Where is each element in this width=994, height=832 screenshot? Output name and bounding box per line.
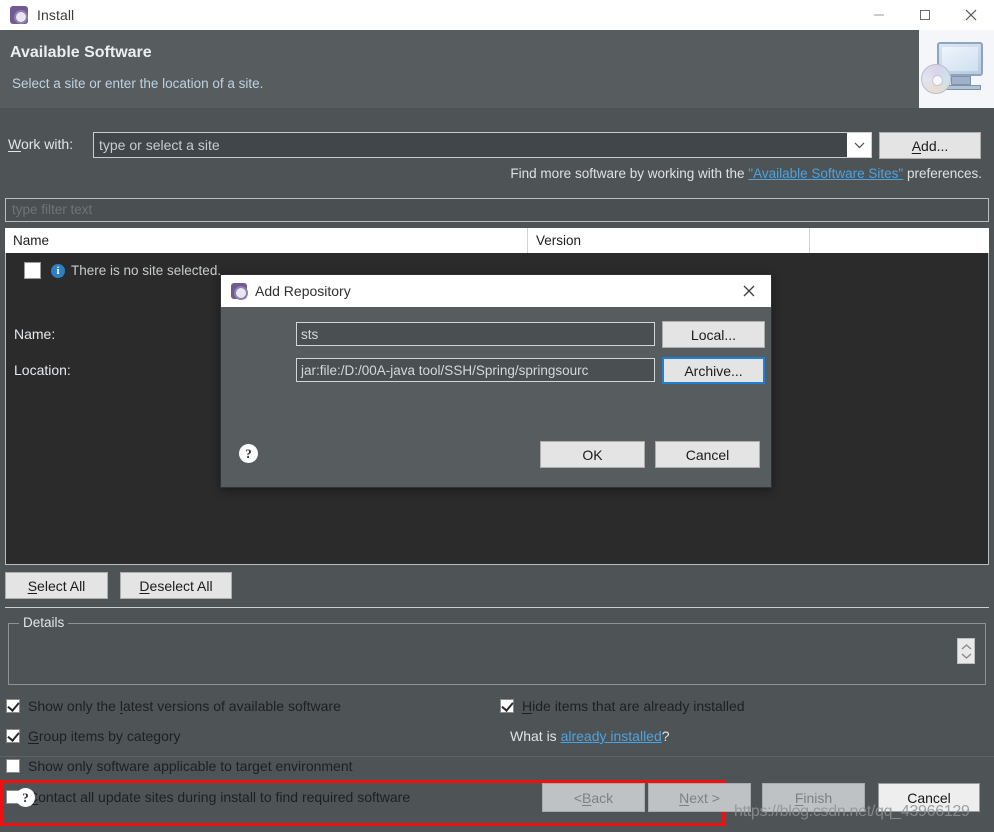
page-title: Available Software	[10, 44, 152, 61]
window-titlebar: Install	[0, 0, 994, 30]
column-header-name[interactable]: Name	[5, 228, 528, 253]
what-is-prefix: What is	[510, 728, 561, 744]
details-panel: Details	[8, 615, 986, 685]
wizard-header: Available Software Select a site or ente…	[0, 30, 994, 108]
spinner-up-down-icon[interactable]	[957, 638, 975, 664]
row-label: There is no site selected.	[71, 263, 222, 278]
row-checkbox[interactable]	[24, 262, 41, 279]
name-value: sts	[301, 326, 319, 342]
filter-placeholder: type filter text	[12, 202, 93, 217]
select-all-button[interactable]: Select All	[5, 572, 108, 599]
minimize-icon[interactable]	[856, 0, 902, 30]
find-more-prefix: Find more software by working with the	[510, 166, 749, 181]
help-icon[interactable]: ?	[16, 788, 35, 807]
window-controls	[856, 0, 994, 30]
footer-divider	[0, 756, 994, 757]
checkbox-label: Show only the latest versions of availab…	[28, 698, 341, 714]
name-field[interactable]: sts	[296, 322, 655, 346]
details-legend: Details	[19, 615, 69, 630]
monitor-with-cd-icon	[919, 30, 994, 108]
help-icon[interactable]: ?	[239, 444, 258, 463]
window-title: Install	[37, 7, 75, 23]
checkbox-box[interactable]	[6, 699, 20, 713]
checkbox-label: Group items by category	[28, 728, 181, 744]
checkbox-box[interactable]	[6, 729, 20, 743]
already-installed-link[interactable]: already installed	[561, 728, 662, 744]
group-items-by-category-checkbox[interactable]: Group items by category	[6, 728, 181, 744]
column-header-version[interactable]: Version	[528, 228, 810, 253]
location-field[interactable]: jar:file:/D:/00A-java tool/SSH/Spring/sp…	[296, 358, 655, 382]
chevron-down-icon[interactable]	[847, 133, 871, 157]
filter-input[interactable]: type filter text	[5, 198, 989, 222]
checkbox-label: Hide items that are already installed	[522, 698, 745, 714]
work-with-combo[interactable]: type or select a site	[93, 132, 872, 158]
maximize-icon[interactable]	[902, 0, 948, 30]
ok-button[interactable]: OK	[540, 441, 645, 468]
close-icon[interactable]	[948, 0, 994, 30]
dialog-title: Add Repository	[255, 283, 351, 299]
close-icon[interactable]	[727, 275, 771, 307]
archive-button[interactable]: Archive...	[662, 357, 765, 384]
work-with-label: Work with:	[8, 136, 74, 152]
table-row[interactable]: i There is no site selected.	[24, 262, 221, 279]
column-header-blank	[810, 228, 989, 253]
work-with-row: Work with: type or select a site Add...	[0, 132, 994, 159]
watermark-text: https://blog.csdn.net/qq_43966129	[734, 803, 970, 820]
hide-already-installed-checkbox[interactable]: Hide items that are already installed	[500, 698, 745, 714]
what-is-suffix: ?	[661, 728, 670, 744]
location-label: Location:	[14, 362, 71, 378]
divider	[5, 607, 989, 608]
repository-gear-icon	[231, 283, 248, 300]
page-subtitle: Select a site or enter the location of a…	[12, 76, 264, 91]
what-is-already-installed-text: What is already installed?	[510, 728, 670, 744]
name-label: Name:	[14, 326, 56, 342]
checkbox-box[interactable]	[500, 699, 514, 713]
back-button[interactable]: < Back	[542, 783, 645, 812]
find-more-suffix: preferences.	[903, 166, 982, 181]
install-wizard-window: Install Available Software Select a site…	[0, 0, 994, 832]
dialog-titlebar: Add Repository	[221, 275, 771, 307]
deselect-all-button[interactable]: Deselect All	[120, 572, 232, 599]
dialog-cancel-button[interactable]: Cancel	[655, 441, 760, 468]
available-software-sites-link[interactable]: "Available Software Sites"	[748, 166, 903, 181]
show-latest-versions-checkbox[interactable]: Show only the latest versions of availab…	[6, 698, 341, 714]
software-table-header: Name Version	[5, 228, 989, 253]
install-gear-icon	[10, 6, 28, 24]
find-more-software-text: Find more software by working with the "…	[510, 166, 982, 181]
work-with-input[interactable]: type or select a site	[94, 137, 847, 153]
info-icon: i	[51, 263, 65, 278]
add-site-button[interactable]: Add...	[879, 132, 981, 159]
local-button[interactable]: Local...	[662, 321, 765, 348]
location-value: jar:file:/D:/00A-java tool/SSH/Spring/sp…	[301, 362, 589, 378]
